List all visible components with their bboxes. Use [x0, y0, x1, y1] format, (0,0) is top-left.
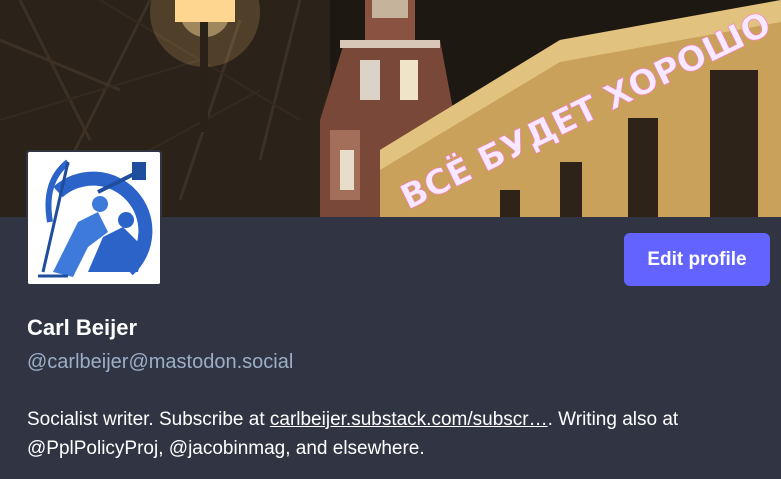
avatar[interactable] — [26, 150, 162, 286]
edit-profile-button[interactable]: Edit profile — [624, 233, 770, 286]
avatar-logo-icon — [28, 152, 160, 284]
bio-line-2: @PplPolicyProj, @jacobinmag, and elsewhe… — [27, 438, 425, 459]
bio-text-continued: . Writing also at — [547, 409, 679, 430]
profile-bio: Socialist writer. Subscribe at carlbeije… — [27, 405, 767, 463]
display-name: Carl Beijer — [27, 315, 138, 340]
account-handle: @carlbeijer@mastodon.social — [27, 351, 294, 373]
bio-link[interactable]: carlbeijer.substack.com/subscr… — [270, 409, 548, 430]
bio-text: Socialist writer. Subscribe at — [27, 409, 270, 430]
